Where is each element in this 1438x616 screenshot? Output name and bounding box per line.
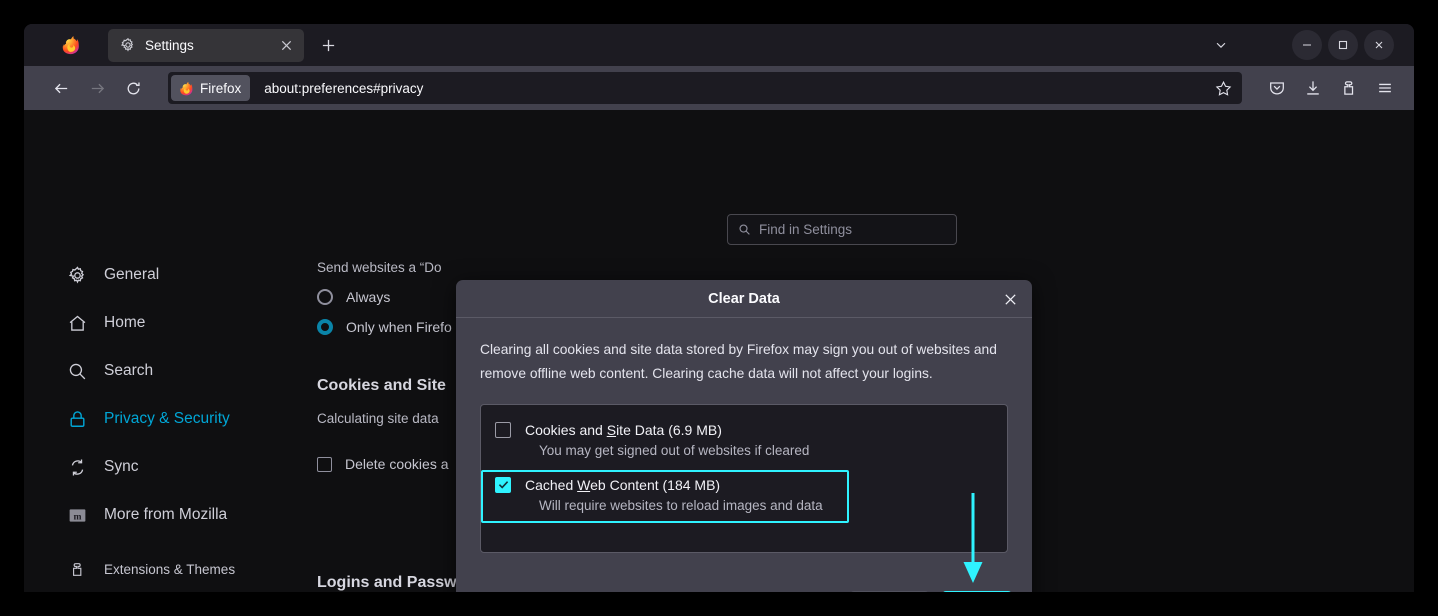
gear-icon xyxy=(120,37,134,52)
pocket-icon[interactable] xyxy=(1262,73,1292,103)
sidebar-item-label: Sync xyxy=(104,458,139,475)
settings-sidebar: General Home Search Privacy & Security S… xyxy=(66,260,296,592)
identity-chip[interactable]: Firefox xyxy=(171,75,251,101)
url-text[interactable]: about:preferences#privacy xyxy=(264,81,1210,96)
sidebar-item-extensions-themes[interactable]: Extensions & Themes xyxy=(66,556,296,582)
cookies-and-site-data-checkbox[interactable] xyxy=(495,421,511,438)
sidebar-item-label: More from Mozilla xyxy=(104,506,228,523)
extensions-icon xyxy=(68,560,86,578)
sidebar-item-sync[interactable]: Sync xyxy=(66,452,296,482)
sync-icon xyxy=(66,456,88,478)
radio-only-when-firefox[interactable] xyxy=(317,319,333,335)
option-label: Cookies and Site Data (6.9 MB) xyxy=(525,421,722,438)
maximize-button[interactable] xyxy=(1328,30,1358,60)
search-icon xyxy=(66,360,88,382)
app-menu-icon[interactable] xyxy=(1370,73,1400,103)
close-icon[interactable] xyxy=(999,288,1022,311)
back-button[interactable] xyxy=(46,73,76,103)
sidebar-item-label: Extensions & Themes xyxy=(104,561,236,577)
tab-close-icon[interactable] xyxy=(276,35,296,55)
firefox-logo-icon xyxy=(62,36,79,55)
sidebar-item-label: Home xyxy=(104,314,146,331)
clear-data-dialog: Clear Data Clearing all cookies and site… xyxy=(456,280,1032,592)
dialog-titlebar: Clear Data xyxy=(456,280,1032,318)
sidebar-item-home[interactable]: Home xyxy=(66,308,296,338)
sidebar-item-more-from-mozilla[interactable]: m More from Mozilla xyxy=(66,500,296,530)
browser-window: Settings Firefox about:preferences#priva… xyxy=(24,24,1414,592)
delete-cookies-checkbox[interactable] xyxy=(317,456,332,472)
tab-title: Settings xyxy=(145,37,194,53)
dialog-footer: Cancel Clear xyxy=(456,578,1032,592)
option-sublabel: You may get signed out of websites if cl… xyxy=(539,442,810,458)
identity-label: Firefox xyxy=(200,80,242,96)
extensions-icon[interactable] xyxy=(1334,73,1364,103)
radio-always[interactable] xyxy=(317,289,333,305)
cached-web-content-checkbox[interactable] xyxy=(495,476,511,493)
search-input[interactable]: Find in Settings xyxy=(727,214,957,245)
option-label: Cached Web Content (184 MB) xyxy=(525,476,721,493)
toolbar-right-buttons xyxy=(1256,73,1400,103)
do-not-track-label: Send websites a “Do xyxy=(317,260,442,275)
reload-button[interactable] xyxy=(118,73,148,103)
dialog-description: Clearing all cookies and site data store… xyxy=(480,342,997,382)
option-cached-web-content[interactable]: Cached Web Content (184 MB) Will require… xyxy=(495,476,835,513)
clear-button[interactable]: Clear xyxy=(942,590,1012,592)
dialog-body: Clearing all cookies and site data store… xyxy=(456,318,1032,553)
search-icon xyxy=(739,224,750,235)
url-bar[interactable]: Firefox about:preferences#privacy xyxy=(168,72,1242,104)
forward-button[interactable] xyxy=(82,73,112,103)
radio-only-when-label: Only when Firefo xyxy=(346,319,452,335)
sidebar-item-search[interactable]: Search xyxy=(66,356,296,386)
mozilla-icon: m xyxy=(66,504,88,526)
navigation-toolbar: Firefox about:preferences#privacy xyxy=(24,66,1414,110)
svg-text:m: m xyxy=(73,511,81,522)
sidebar-divider xyxy=(66,548,296,556)
tab-strip: Settings xyxy=(24,24,1414,66)
firefox-logo-icon xyxy=(180,81,193,95)
sidebar-item-label: Privacy & Security xyxy=(104,410,230,427)
gear-icon xyxy=(66,264,88,286)
close-button[interactable] xyxy=(1364,30,1394,60)
new-tab-button[interactable] xyxy=(314,31,342,59)
downloads-icon[interactable] xyxy=(1298,73,1328,103)
tab-settings[interactable]: Settings xyxy=(108,28,304,62)
sidebar-item-label: General xyxy=(104,266,160,283)
delete-cookies-label: Delete cookies a xyxy=(345,456,449,472)
lock-icon xyxy=(66,408,88,430)
home-icon xyxy=(66,312,88,334)
sidebar-item-general[interactable]: General xyxy=(66,260,296,290)
settings-content: Find in Settings General Home Search Pri… xyxy=(24,110,1414,592)
search-placeholder: Find in Settings xyxy=(759,222,853,237)
option-cookies-and-site-data[interactable]: Cookies and Site Data (6.9 MB) You may g… xyxy=(481,416,1007,464)
radio-always-label: Always xyxy=(346,289,391,305)
sidebar-item-privacy-security[interactable]: Privacy & Security xyxy=(66,404,296,434)
dialog-title: Clear Data xyxy=(708,290,780,307)
sidebar-item-label: Search xyxy=(104,362,154,379)
window-controls xyxy=(1286,30,1394,60)
star-icon[interactable] xyxy=(1210,75,1236,101)
list-all-tabs-button[interactable] xyxy=(1206,31,1236,59)
option-cached-web-content-highlight: Cached Web Content (184 MB) Will require… xyxy=(481,469,849,523)
minimize-button[interactable] xyxy=(1292,30,1322,60)
option-sublabel: Will require websites to reload images a… xyxy=(539,497,823,513)
clear-data-options-list: Cookies and Site Data (6.9 MB) You may g… xyxy=(480,403,1008,553)
cancel-button[interactable]: Cancel xyxy=(850,590,929,592)
